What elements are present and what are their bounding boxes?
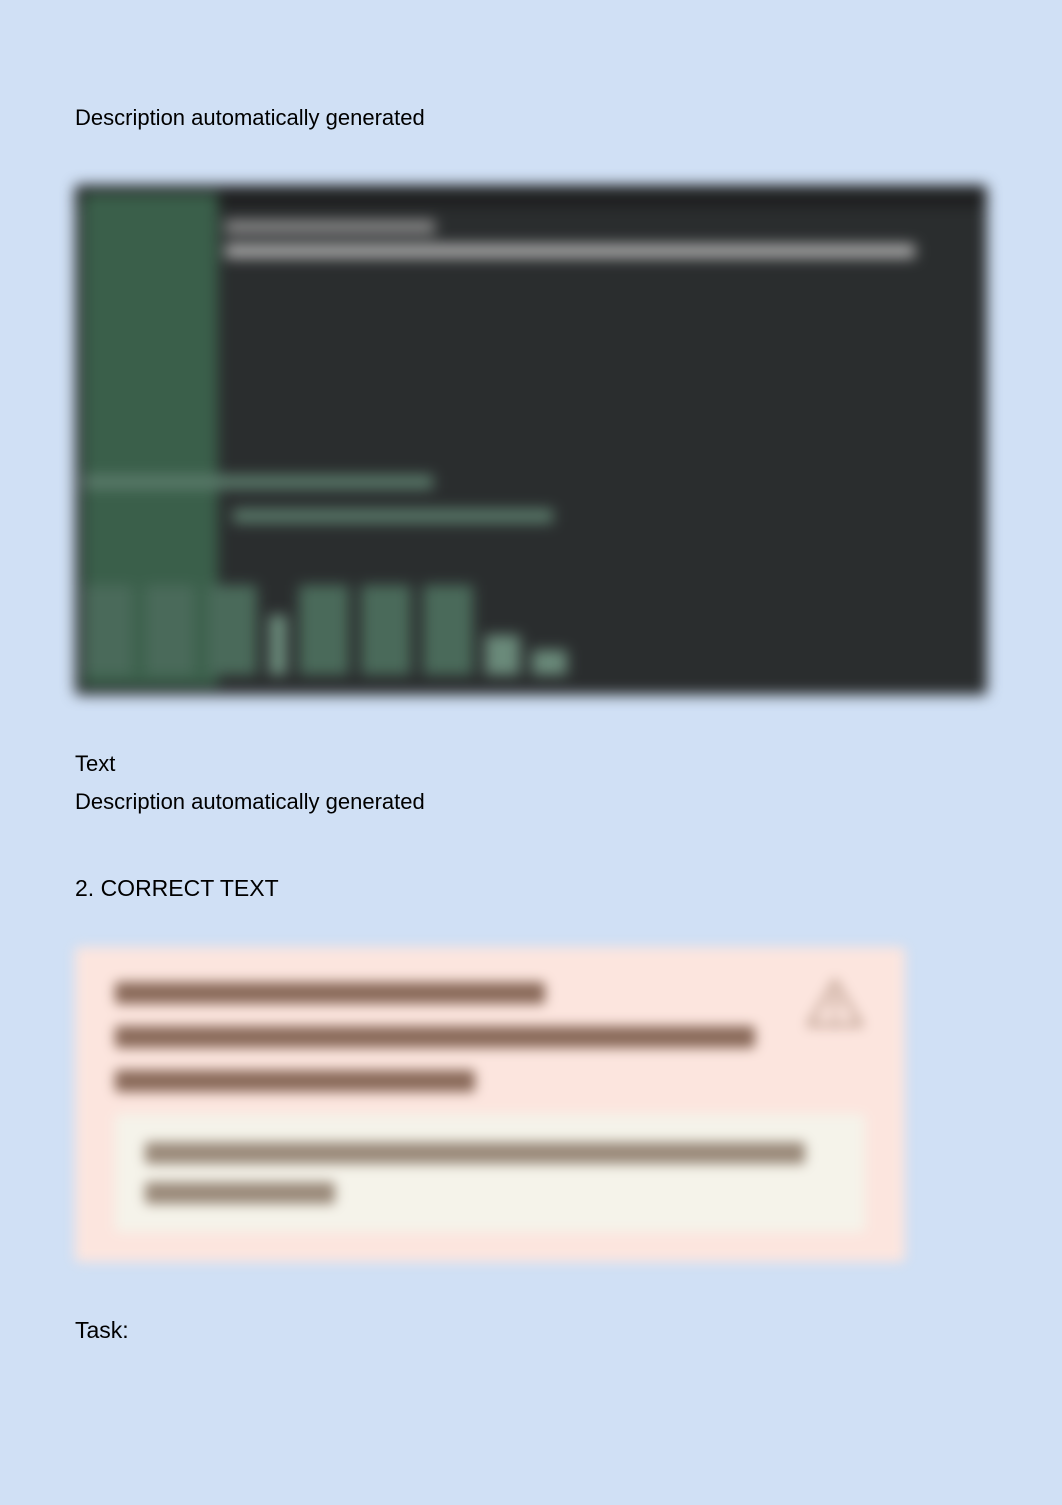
warning-icon [805,977,865,1029]
section-heading: 2. CORRECT TEXT [75,875,987,902]
task-label: Task: [75,1317,987,1344]
terminal-screenshot-blurred [75,185,987,695]
text-label: Text [75,745,987,782]
warning-box-blurred [75,947,905,1262]
code-block [115,1114,865,1232]
image-caption-1: Description automatically generated [75,100,987,135]
image-caption-2: Description automatically generated [75,783,987,820]
document-page: Description automatically generated Text… [0,0,1062,1505]
text-caption-block: Text Description automatically generated [75,745,987,820]
